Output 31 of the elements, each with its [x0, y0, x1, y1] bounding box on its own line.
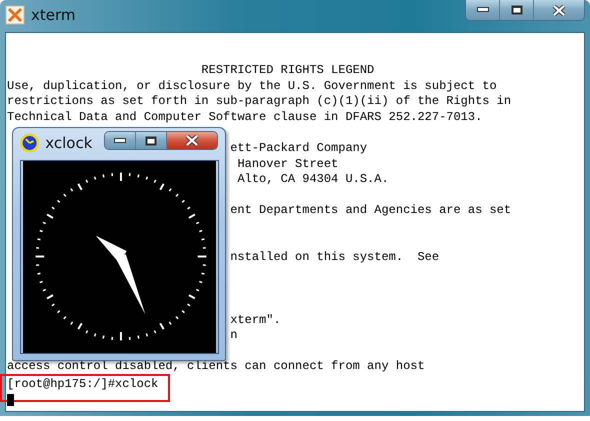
close-icon [185, 135, 200, 146]
terminal-line: restrictions as set forth in sub-paragraph (c)(1)(ii) of the Rights in [7, 94, 512, 108]
window-title: xclock [45, 134, 92, 152]
terminal-line: RESTRICTED RIGHTS LEGEND [201, 63, 374, 77]
terminal-line: ett-Packard Company [230, 140, 368, 155]
terminal-line: Hanover Street [237, 156, 338, 171]
close-button[interactable] [534, 0, 584, 20]
close-button[interactable] [167, 132, 217, 149]
maximize-icon [510, 5, 522, 15]
terminal-line: xterm". [230, 312, 281, 326]
clock-icon [20, 133, 40, 153]
minimize-button[interactable] [466, 0, 500, 20]
minute-hand [116, 254, 146, 314]
x-logo-icon [5, 5, 25, 25]
terminal-line: Technical Data and Computer Software clause in DFARS 252.227-7013. [7, 110, 482, 124]
maximize-icon [145, 136, 158, 146]
maximize-button[interactable] [136, 132, 168, 149]
terminal-line: nstalled on this system. See [230, 250, 440, 264]
terminal-line: Alto, CA 94304 U.S.A. [237, 172, 389, 186]
minimize-icon [476, 7, 488, 13]
window-title: xterm [31, 6, 76, 24]
minimize-icon [114, 138, 126, 144]
command-prompt: [root@hp175:/]#xclock [7, 376, 158, 391]
text-cursor [7, 394, 14, 406]
maximize-button[interactable] [500, 0, 534, 20]
terminal-line: Use, duplication, or disclosure by the U.S. Government is subject to [7, 78, 497, 93]
terminal-line: n [230, 328, 238, 342]
close-icon [552, 4, 566, 16]
terminal-line: access control disabled, clients can connect from any host [7, 359, 425, 374]
terminal-line: ent Departments and Agencies are as set [230, 203, 512, 218]
minimize-button[interactable] [105, 132, 136, 149]
